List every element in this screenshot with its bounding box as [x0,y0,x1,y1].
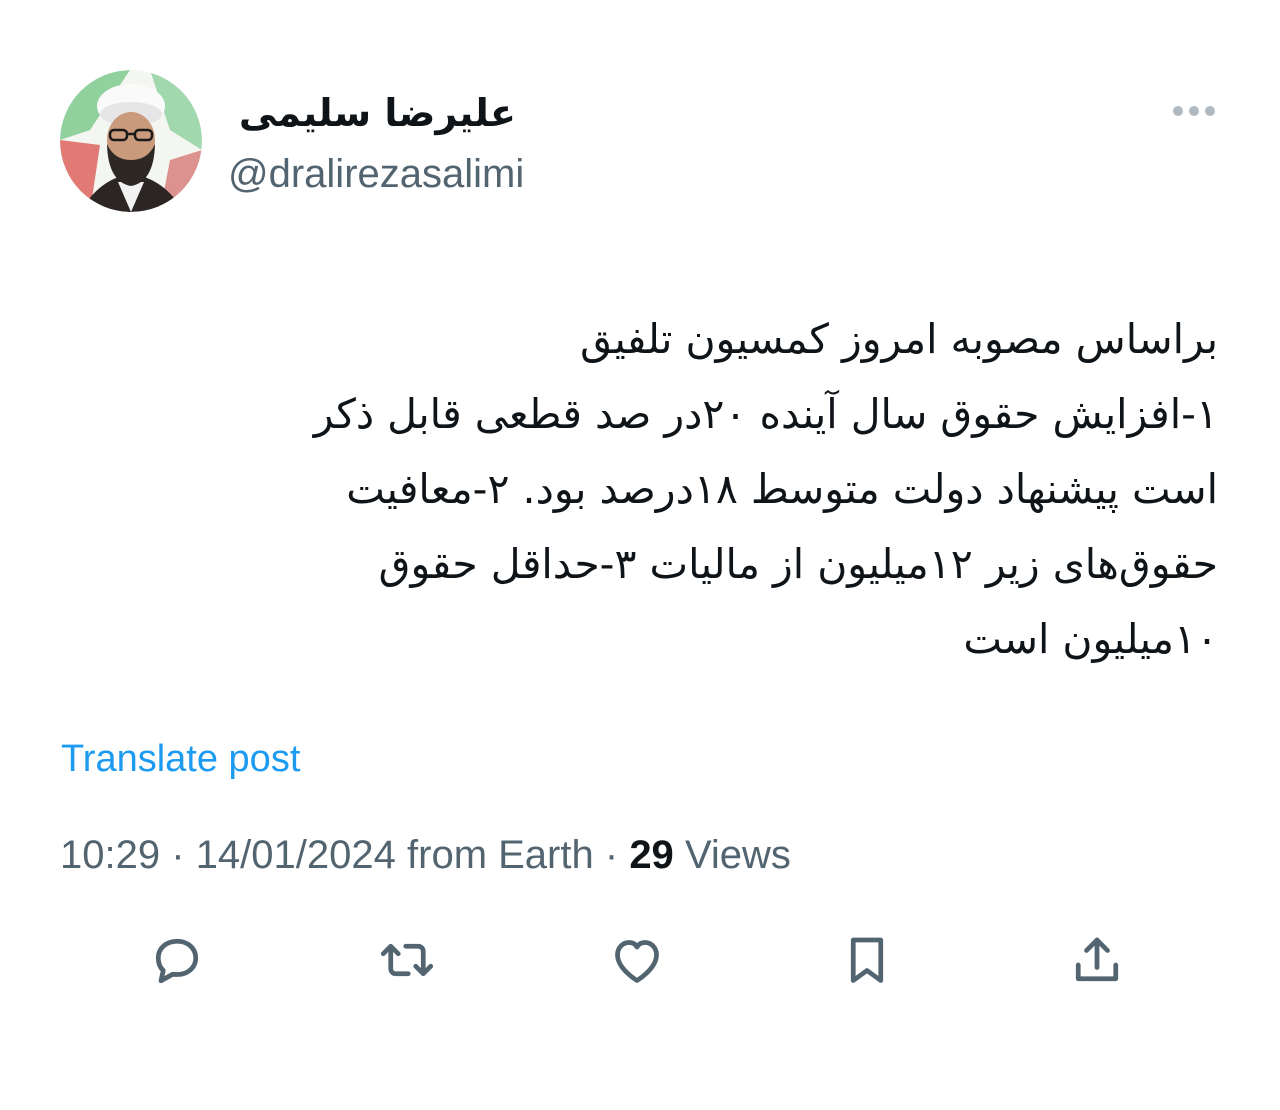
reply-icon [155,938,199,984]
translate-post-link[interactable]: Translate post [61,734,300,784]
like-button[interactable] [605,928,669,992]
post-text: براساس مصوبه امروز کمسیون تلفیق ۱-افزایش… [138,302,1218,677]
post-source: from Earth [407,833,594,877]
bookmark-icon [850,937,884,983]
meta-separator: · [171,833,185,877]
like-icon [615,940,659,983]
share-button[interactable] [1065,928,1129,992]
post-line: براساس مصوبه امروز کمسیون تلفیق [580,315,1218,363]
post-date[interactable]: 14/01/2024 [196,833,396,877]
author-handle[interactable]: @dralirezasalimi [228,148,524,200]
repost-icon [380,943,434,977]
views-label[interactable]: Views [685,833,791,877]
meta-separator: · [604,833,619,877]
post-line: است پیشنهاد دولت متوسط ۱۸درصد بود. ۲-معا… [346,465,1218,513]
post-line: حقوق‌های زیر ۱۲میلیون از مالیات ۳-حداقل … [378,540,1218,588]
post-meta: 10:29 · 14/01/2024 from Earth · 29 Views [60,828,791,882]
avatar-image [60,70,202,212]
avatar[interactable] [60,70,202,212]
more-options-button[interactable] [1166,96,1222,126]
author-display-name[interactable]: علیرضا سلیمی [226,86,516,140]
views-count[interactable]: 29 [629,833,674,877]
bookmark-button[interactable] [835,928,899,992]
share-icon [1075,937,1119,982]
post-line: ۱-افزایش حقوق سال آینده ۲۰در صد قطعی قاب… [313,390,1218,438]
reply-button[interactable] [145,928,209,992]
repost-button[interactable] [375,928,439,992]
post-time[interactable]: 10:29 [60,833,160,877]
more-horizontal-icon [1173,106,1215,116]
post-line: ۱۰میلیون است [963,615,1218,663]
